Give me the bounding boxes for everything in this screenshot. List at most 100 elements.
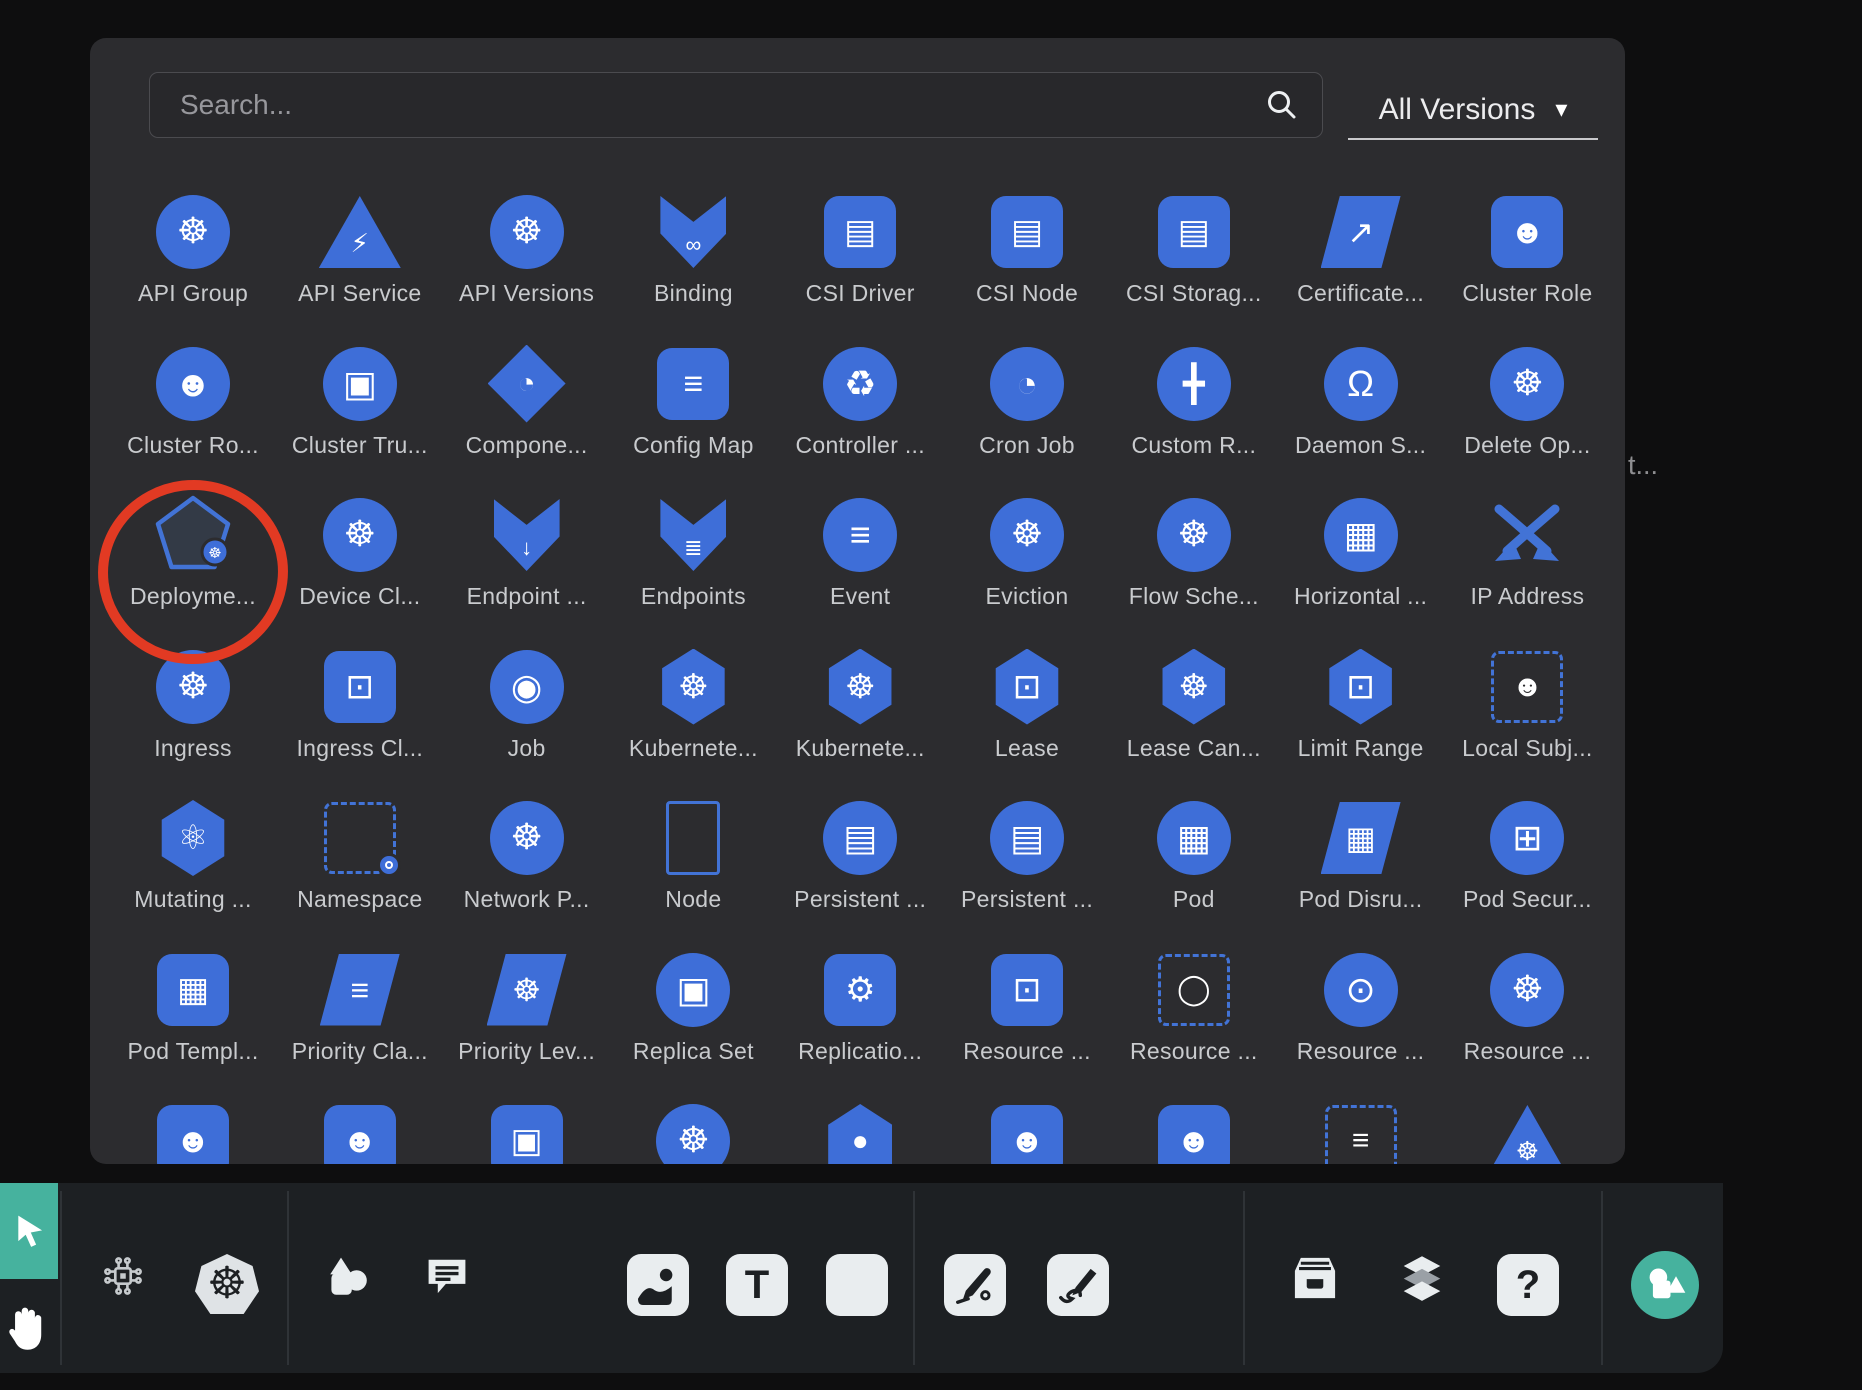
grid-item-cron-job[interactable]: ◔Cron Job	[942, 342, 1112, 459]
grid-item-ingress-cl[interactable]: ⊡Ingress Cl...	[275, 645, 445, 762]
grid-item-r7c6[interactable]: ☻	[942, 1099, 1112, 1164]
select-tool[interactable]	[0, 1183, 58, 1279]
grid-item-r7c8[interactable]: ≡	[1276, 1099, 1446, 1164]
grid-item-kubernete[interactable]: ☸Kubernete...	[608, 645, 778, 762]
grid-item-ip-address[interactable]: IP Address	[1442, 493, 1612, 610]
resource-icon-namespace	[324, 802, 396, 874]
toolbar-divider	[1601, 1191, 1603, 1365]
grid-item-deployme[interactable]: ☸ Deployme...	[108, 493, 278, 610]
grid-item-eviction[interactable]: ☸Eviction	[942, 493, 1112, 610]
grid-item-api-group[interactable]: ☸API Group	[108, 190, 278, 307]
wheel-glyph-icon: ☸	[1178, 517, 1210, 553]
grid-item-api-versions[interactable]: ☸API Versions	[442, 190, 612, 307]
grid-item-cluster-role[interactable]: ☻Cluster Role	[1442, 190, 1612, 307]
grid-item-network-p[interactable]: ☸Network P...	[442, 796, 612, 913]
grid-item-pod-disru[interactable]: ▦Pod Disru...	[1276, 796, 1446, 913]
window-glyph-icon: ⊡	[1013, 670, 1042, 704]
grid-item-r7c5[interactable]: ●	[775, 1099, 945, 1164]
grid-item-binding[interactable]: ∞Binding	[608, 190, 778, 307]
note-tool[interactable]	[826, 1254, 888, 1316]
net-glyph-icon: ≣	[684, 537, 702, 559]
layers-icon	[1396, 1254, 1448, 1302]
toolbar-divider	[1243, 1191, 1245, 1365]
grid-item-kubernete[interactable]: ☸Kubernete...	[775, 645, 945, 762]
resource-icon-r7c5: ●	[828, 1104, 892, 1164]
version-filter-dropdown[interactable]: All Versions ▾	[1348, 82, 1598, 140]
grid-item-flow-sche[interactable]: ☸Flow Sche...	[1109, 493, 1279, 610]
grid-item-custom-r[interactable]: ╋Custom R...	[1109, 342, 1279, 459]
grid-item-label: Certificate...	[1276, 280, 1446, 307]
grid-item-node[interactable]: Node	[608, 796, 778, 913]
grid-item-r7c9[interactable]: ☸	[1442, 1099, 1612, 1164]
resource-icon-replica-set: ▣	[656, 953, 730, 1027]
grid-item-resource[interactable]: ☸Resource ...	[1442, 948, 1612, 1065]
grid-item-csi-driver[interactable]: ▤CSI Driver	[775, 190, 945, 307]
grid-item-limit-range[interactable]: ⊡Limit Range	[1276, 645, 1446, 762]
grid-item-lease-can[interactable]: ☸Lease Can...	[1109, 645, 1279, 762]
search-box[interactable]	[149, 72, 1323, 138]
grid-item-r7c1[interactable]: ☻	[108, 1099, 278, 1164]
image-tool[interactable]	[627, 1254, 689, 1316]
grid-item-r7c2[interactable]: ☻	[275, 1099, 445, 1164]
text-tool[interactable]: T	[726, 1254, 788, 1316]
layers-tool[interactable]	[1396, 1254, 1448, 1302]
grid-item-compone[interactable]: ◔Compone...	[442, 342, 612, 459]
comment-tool[interactable]	[422, 1254, 472, 1300]
hand-tool[interactable]	[2, 1295, 54, 1357]
grid-item-label: Pod	[1109, 886, 1279, 913]
grid-item-endpoint[interactable]: ↓Endpoint ...	[442, 493, 612, 610]
search-input[interactable]	[150, 89, 1264, 121]
grid-item-pod-templ[interactable]: ▦Pod Templ...	[108, 948, 278, 1065]
grid-item-local-subj[interactable]: ☻Local Subj...	[1442, 645, 1612, 762]
resource-icon-api-versions: ☸	[490, 195, 564, 269]
pen-tool[interactable]	[944, 1254, 1006, 1316]
draw-tool[interactable]	[1047, 1254, 1109, 1316]
grid-item-ingress[interactable]: ☸Ingress	[108, 645, 278, 762]
grid-item-persistent[interactable]: ▤Persistent ...	[775, 796, 945, 913]
grid-item-priority-cla[interactable]: ≡Priority Cla...	[275, 948, 445, 1065]
grid-item-horizontal[interactable]: ▦Horizontal ...	[1276, 493, 1446, 610]
grid-item-device-cl[interactable]: ☸Device Cl...	[275, 493, 445, 610]
grid-item-replicatio[interactable]: ⚙Replicatio...	[775, 948, 945, 1065]
grid-item-cluster-ro[interactable]: ☻Cluster Ro...	[108, 342, 278, 459]
kubernetes-tool[interactable]: ☸	[195, 1254, 259, 1314]
search-icon[interactable]	[1264, 87, 1300, 123]
grid-item-persistent[interactable]: ▤Persistent ...	[942, 796, 1112, 913]
grid-item-label: CSI Node	[942, 280, 1112, 307]
grid-item-label: Deployme...	[108, 583, 278, 610]
grid-item-csi-node[interactable]: ▤CSI Node	[942, 190, 1112, 307]
grid-item-resource[interactable]: ⊡Resource ...	[942, 948, 1112, 1065]
grid-item-r7c3[interactable]: ▣	[442, 1099, 612, 1164]
grid-item-config-map[interactable]: ≡Config Map	[608, 342, 778, 459]
node-tool[interactable]	[101, 1254, 145, 1298]
grid-item-certificate[interactable]: ↗Certificate...	[1276, 190, 1446, 307]
grid-item-replica-set[interactable]: ▣Replica Set	[608, 948, 778, 1065]
library-button[interactable]	[1631, 1251, 1699, 1319]
grid-item-daemon-s[interactable]: ΩDaemon S...	[1276, 342, 1446, 459]
svg-text:☸: ☸	[208, 544, 221, 562]
shapes-tool[interactable]	[322, 1254, 372, 1302]
help-button[interactable]: ?	[1497, 1254, 1559, 1316]
grid-item-api-service[interactable]: ⚡API Service	[275, 190, 445, 307]
grid-item-r7c7[interactable]: ☻	[1109, 1099, 1279, 1164]
db-glyph-icon: ▤	[1178, 215, 1210, 249]
grid-item-priority-lev[interactable]: ☸Priority Lev...	[442, 948, 612, 1065]
grid-item-lease[interactable]: ⊡Lease	[942, 645, 1112, 762]
archive-tool[interactable]	[1289, 1254, 1341, 1302]
grid-item-cluster-tru[interactable]: ▣Cluster Tru...	[275, 342, 445, 459]
grid-item-endpoints[interactable]: ≣Endpoints	[608, 493, 778, 610]
grid-item-event[interactable]: ≡Event	[775, 493, 945, 610]
grid-item-job[interactable]: ◉Job	[442, 645, 612, 762]
grid-item-r7c4[interactable]: ☸	[608, 1099, 778, 1164]
grid-item-resource[interactable]: ◯Resource ...	[1109, 948, 1279, 1065]
grid-item-controller[interactable]: ♻Controller ...	[775, 342, 945, 459]
grid-item-pod[interactable]: ▦Pod	[1109, 796, 1279, 913]
grid-item-namespace[interactable]: Namespace	[275, 796, 445, 913]
grid-item-pod-secur[interactable]: ⊞Pod Secur...	[1442, 796, 1612, 913]
resource-icon-endpoints: ≣	[660, 499, 726, 571]
grid-item-resource[interactable]: ⊙Resource ...	[1276, 948, 1446, 1065]
grid-item-csi-storag[interactable]: ▤CSI Storag...	[1109, 190, 1279, 307]
grid-item-label: Resource ...	[1442, 1038, 1612, 1065]
grid-item-mutating[interactable]: ⚛Mutating ...	[108, 796, 278, 913]
grid-item-delete-op[interactable]: ☸Delete Op...	[1442, 342, 1612, 459]
